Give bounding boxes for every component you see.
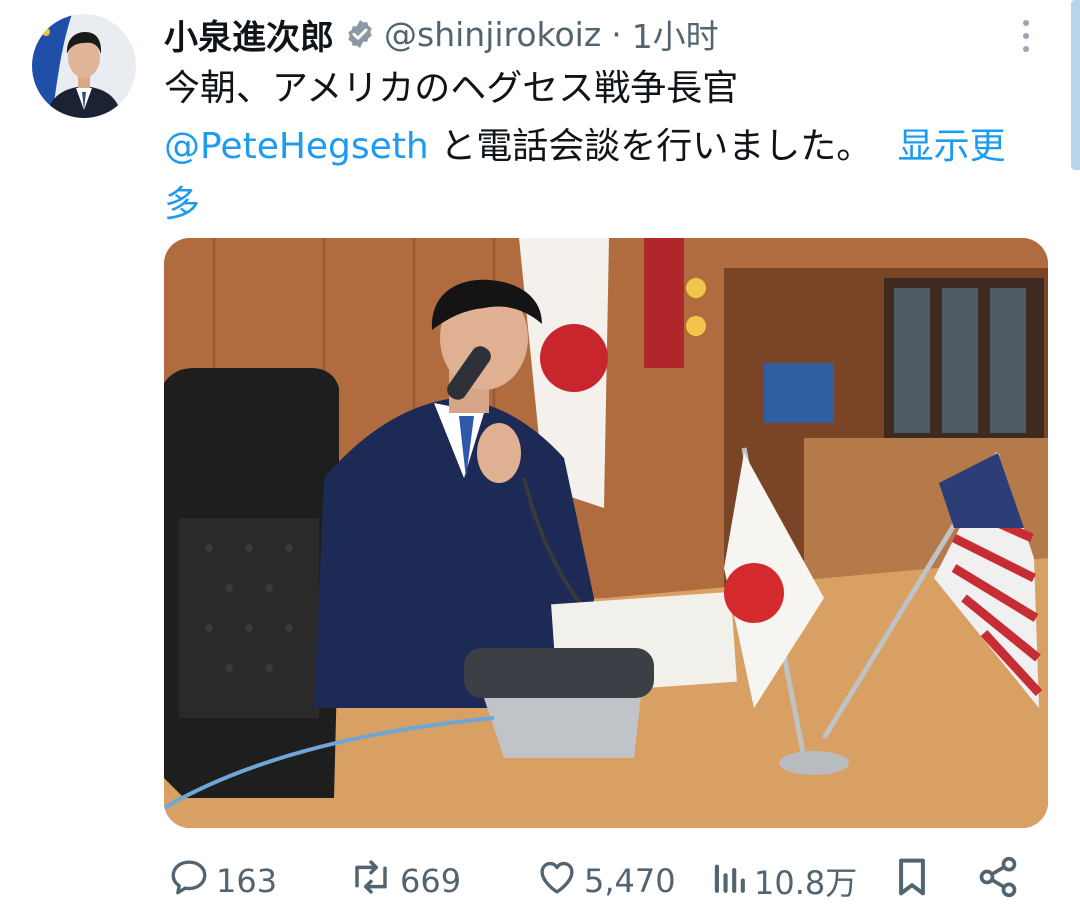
reply-button[interactable]: 163 — [168, 852, 277, 910]
share-button[interactable] — [976, 852, 1020, 910]
tweet-header: 小泉進次郎 @shinjirokoiz · 1小时 — [164, 10, 719, 58]
views-icon — [710, 856, 748, 906]
more-options-icon[interactable] — [1010, 16, 1042, 56]
tweet-text-rest: と電話会談を行いました。 — [428, 126, 873, 167]
tweet-text-line1: 今朝、アメリカのヘグセス戦争長官 — [164, 68, 739, 109]
bookmark-button[interactable] — [892, 852, 932, 910]
share-icon — [976, 855, 1020, 907]
reply-count: 163 — [216, 862, 278, 900]
tweet-photo[interactable] — [164, 238, 1048, 828]
retweet-icon — [348, 856, 394, 906]
mention-link[interactable]: @PeteHegseth — [164, 126, 429, 167]
retweet-button[interactable]: 669 — [348, 852, 461, 910]
tweet-time[interactable]: 1小时 — [632, 10, 719, 58]
scrollbar[interactable] — [1071, 0, 1080, 170]
like-button[interactable]: 5,470 — [536, 852, 676, 910]
tweet-text: 今朝、アメリカのヘグセス戦争長官 @PeteHegseth と電話会談を行いまし… — [164, 60, 1024, 234]
author-handle[interactable]: @shinjirokoiz — [384, 15, 601, 54]
author-name[interactable]: 小泉進次郎 — [164, 10, 334, 59]
views-button[interactable]: 10.8万 — [710, 852, 857, 910]
like-count: 5,470 — [584, 862, 676, 900]
avatar[interactable] — [32, 14, 136, 118]
retweet-count: 669 — [400, 862, 462, 900]
verified-badge-icon — [344, 18, 376, 50]
reply-icon — [168, 856, 210, 906]
views-count: 10.8万 — [754, 864, 858, 902]
separator-dot: · — [611, 14, 622, 54]
bookmark-icon — [892, 855, 932, 907]
tweet-actions: 163 669 5,470 10.8万 — [164, 852, 1034, 910]
like-icon — [536, 856, 578, 906]
